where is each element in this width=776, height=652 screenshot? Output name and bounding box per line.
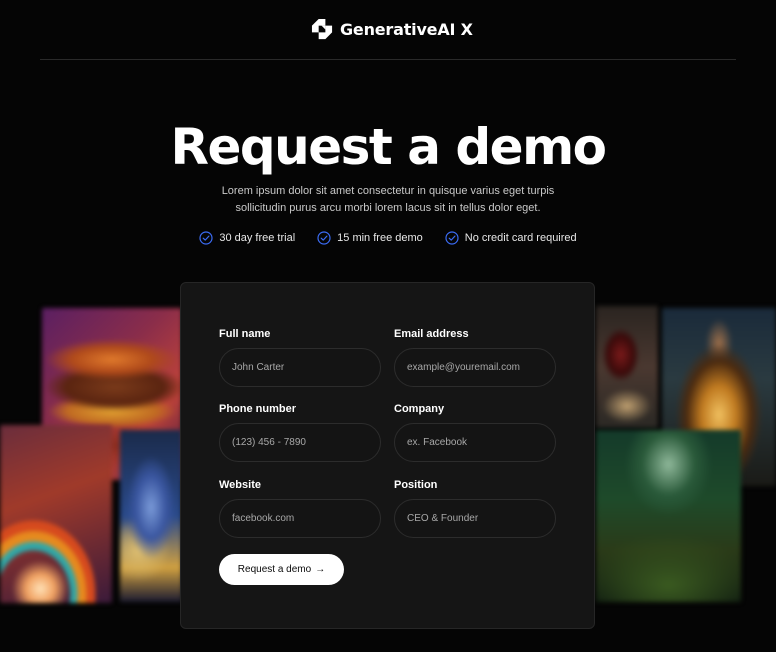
perk-item: No credit card required (445, 231, 577, 245)
email-label: Email address (394, 328, 469, 340)
request-demo-button[interactable]: Request a demo → (219, 554, 344, 585)
company-input[interactable] (394, 423, 556, 462)
check-circle-icon (199, 231, 213, 245)
perk-item: 30 day free trial (199, 231, 295, 245)
perk-label: No credit card required (464, 232, 577, 244)
website-input[interactable] (219, 499, 381, 538)
website-label: Website (219, 479, 261, 491)
gallery-image-rainbow (0, 425, 112, 603)
request-demo-button-label: Request a demo (237, 564, 312, 575)
check-circle-icon (317, 231, 331, 245)
perk-item: 15 min free demo (317, 231, 423, 245)
position-field-group: Position (394, 479, 556, 538)
full-name-label: Full name (219, 328, 271, 340)
phone-field-group: Phone number (219, 403, 381, 462)
phone-label: Phone number (219, 403, 297, 415)
gallery-image-cat (120, 430, 182, 602)
position-input[interactable] (394, 499, 556, 538)
generativeai-logo-icon (311, 18, 333, 39)
full-name-input[interactable] (219, 348, 381, 387)
perk-label: 30 day free trial (219, 232, 296, 244)
perk-list: 30 day free trial 15 min free demo No cr… (0, 231, 776, 245)
company-label: Company (394, 403, 445, 415)
page-subtitle: Lorem ipsum dolor sit amet consectetur i… (221, 185, 555, 214)
full-name-field-group: Full name (219, 328, 381, 387)
position-label: Position (394, 479, 438, 491)
site-header: GenerativeAI X (0, 0, 776, 60)
arrow-right-icon: → (315, 564, 326, 575)
brand-name: GenerativeAI X (340, 19, 473, 39)
perk-label: 15 min free demo (337, 232, 423, 244)
page-title: Request a demo (170, 118, 607, 176)
header-divider (40, 59, 736, 60)
gallery-image-wine (596, 306, 658, 428)
phone-input[interactable] (219, 423, 381, 462)
company-field-group: Company (394, 403, 556, 462)
gallery-image-forest (596, 430, 741, 602)
email-input[interactable] (394, 348, 556, 387)
brand-logo[interactable]: GenerativeAI X (311, 15, 473, 43)
check-circle-icon (445, 231, 459, 245)
demo-request-form: Full name Email address Phone number Com… (180, 282, 595, 629)
email-field-group: Email address (394, 328, 556, 387)
website-field-group: Website (219, 479, 381, 538)
